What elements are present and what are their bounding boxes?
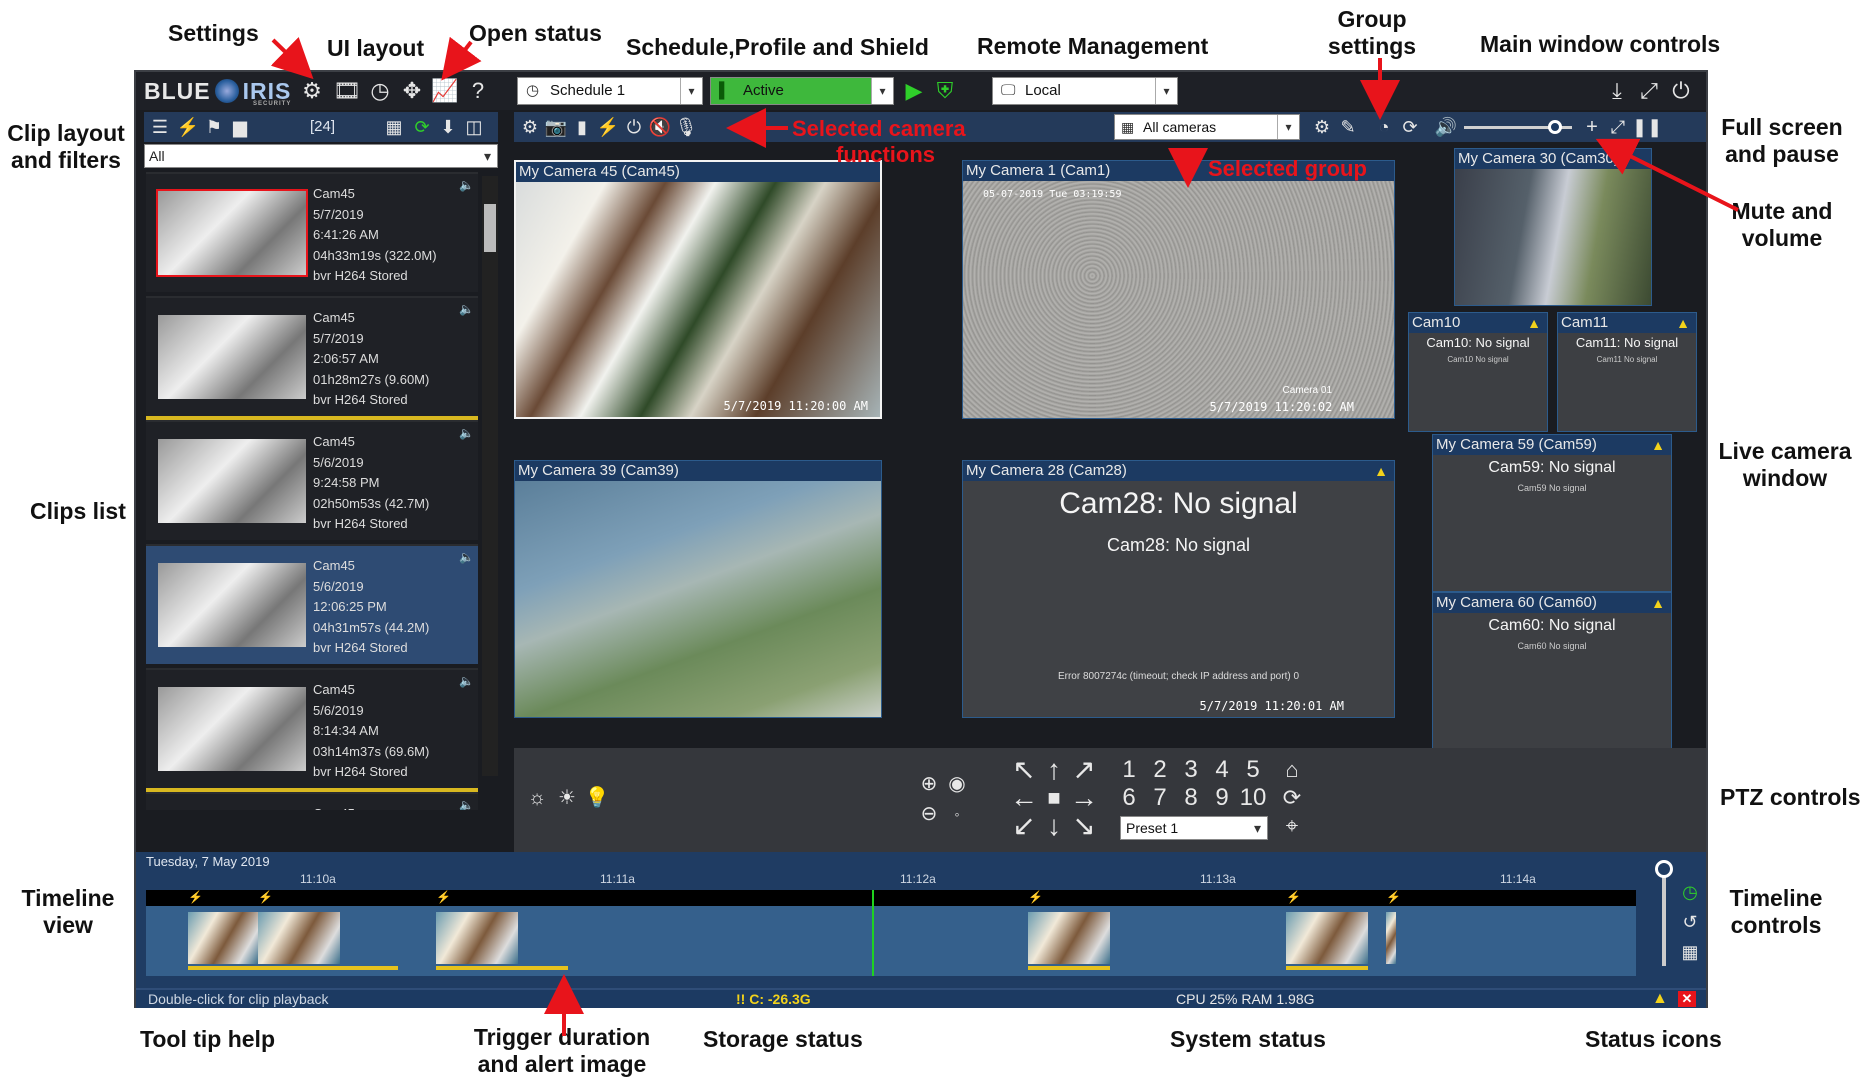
annotation-arrows bbox=[270, 36, 1739, 1036]
arrow-mute-volume bbox=[1595, 138, 1739, 212]
arrow-settings bbox=[270, 36, 314, 80]
arrow-open-status bbox=[441, 36, 482, 81]
